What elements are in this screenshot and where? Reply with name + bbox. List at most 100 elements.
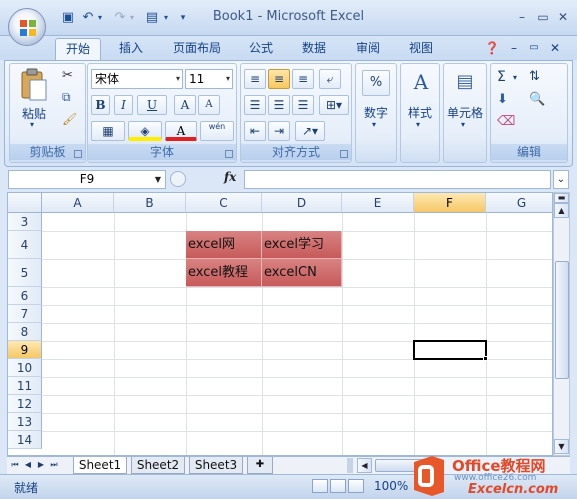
fill-icon[interactable]: ⬇: [497, 92, 508, 107]
scroll-left-icon[interactable]: ◀: [357, 458, 372, 473]
prev-sheet-icon[interactable]: ◀: [22, 458, 34, 472]
font-size-combo[interactable]: 11 ▾: [185, 69, 233, 89]
tab-split-handle[interactable]: [347, 458, 353, 473]
font-size-dropdown-icon[interactable]: ▾: [226, 70, 230, 88]
tab-page-layout[interactable]: 页面布局: [165, 38, 229, 60]
font-color-button[interactable]: A: [165, 121, 197, 141]
paste-icon[interactable]: [18, 68, 50, 102]
copy-icon[interactable]: ⧉: [62, 90, 71, 105]
row-header-4[interactable]: 4: [8, 231, 42, 259]
scroll-down-icon[interactable]: ▼: [554, 439, 569, 454]
sheet-tab-2[interactable]: Sheet2: [131, 457, 185, 474]
column-header-b[interactable]: B: [114, 193, 186, 213]
column-header-c[interactable]: C: [186, 193, 262, 213]
alignment-launcher-icon[interactable]: [340, 150, 348, 158]
formula-input[interactable]: [244, 170, 551, 189]
number-button[interactable]: 数字: [356, 104, 396, 121]
cell-c5[interactable]: excel教程: [186, 259, 262, 287]
autosum-icon[interactable]: Σ: [497, 69, 506, 85]
number-dropdown-icon[interactable]: ▾: [372, 120, 376, 129]
row-header-7[interactable]: 7: [8, 305, 42, 323]
align-middle-button[interactable]: ≡: [268, 69, 290, 89]
column-header-e[interactable]: E: [342, 193, 414, 213]
format-painter-icon[interactable]: 🖌: [62, 112, 77, 126]
column-header-d[interactable]: D: [262, 193, 342, 213]
font-name-dropdown-icon[interactable]: ▾: [176, 70, 180, 88]
find-select-icon[interactable]: 🔍: [529, 92, 545, 107]
insert-function-icon[interactable]: fx: [224, 170, 236, 184]
cell-d4[interactable]: excel学习: [262, 231, 342, 259]
phonetic-button[interactable]: wén: [200, 121, 234, 141]
restore-icon[interactable]: ▭: [533, 10, 553, 24]
styles-button[interactable]: 样式: [401, 104, 439, 121]
styles-icon[interactable]: A: [407, 68, 435, 96]
styles-dropdown-icon[interactable]: ▾: [416, 120, 420, 129]
align-top-button[interactable]: ≡: [244, 69, 266, 89]
zoom-level[interactable]: 100%: [374, 479, 408, 493]
tab-formulas[interactable]: 公式: [241, 38, 281, 60]
cells-icon[interactable]: ▤: [452, 69, 478, 95]
tab-insert[interactable]: 插入: [111, 38, 151, 60]
column-header-a[interactable]: A: [42, 193, 114, 213]
name-box[interactable]: F9 ▼: [8, 170, 166, 189]
row-header-8[interactable]: 8: [8, 323, 42, 341]
percent-icon[interactable]: %: [362, 70, 390, 96]
page-layout-view-icon[interactable]: [330, 479, 346, 493]
column-header-f[interactable]: F: [414, 193, 486, 213]
page-break-view-icon[interactable]: [348, 479, 364, 493]
vertical-scrollbar[interactable]: ▬ ▲ ▼: [553, 192, 570, 456]
normal-view-icon[interactable]: [312, 479, 328, 493]
tab-home[interactable]: 开始: [55, 38, 101, 60]
decrease-indent-button[interactable]: ⇤: [244, 121, 266, 141]
increase-indent-button[interactable]: ⇥: [268, 121, 290, 141]
spreadsheet-grid[interactable]: A B C D E F G 3 4 5 6 7 8 9 10 11 12 13 …: [7, 192, 553, 456]
next-sheet-icon[interactable]: ▶: [35, 458, 47, 472]
row-header-11[interactable]: 11: [8, 377, 42, 395]
tab-review[interactable]: 审阅: [348, 38, 388, 60]
cells-dropdown-icon[interactable]: ▾: [461, 120, 465, 129]
vertical-scroll-thumb[interactable]: [555, 261, 569, 379]
row-header-5[interactable]: 5: [8, 259, 42, 287]
column-header-g[interactable]: G: [486, 193, 552, 213]
autosum-dropdown-icon[interactable]: ▾: [513, 73, 517, 82]
wrap-text-button[interactable]: ⤶: [319, 69, 341, 89]
select-all-corner[interactable]: [8, 193, 42, 213]
insert-sheet-icon[interactable]: ✚: [247, 457, 273, 474]
close-icon[interactable]: ✕: [553, 10, 573, 24]
name-box-dropdown-icon[interactable]: ▼: [155, 171, 161, 188]
italic-button[interactable]: I: [114, 95, 133, 115]
row-header-12[interactable]: 12: [8, 395, 42, 413]
align-left-button[interactable]: ☰: [244, 95, 266, 115]
borders-button[interactable]: ▦: [91, 121, 125, 141]
row-header-3[interactable]: 3: [8, 213, 42, 231]
tab-view[interactable]: 视图: [401, 38, 441, 60]
sheet-tab-1[interactable]: Sheet1: [73, 457, 127, 474]
row-header-14[interactable]: 14: [8, 431, 42, 449]
shrink-font-button[interactable]: A: [198, 95, 220, 115]
sort-filter-icon[interactable]: ⇅: [529, 69, 540, 84]
align-center-button[interactable]: ☰: [268, 95, 290, 115]
cell-d5[interactable]: excelCN: [262, 259, 342, 287]
row-header-6[interactable]: 6: [8, 287, 42, 305]
row-header-10[interactable]: 10: [8, 359, 42, 377]
grow-font-button[interactable]: A: [174, 95, 196, 115]
minimize-icon[interactable]: –: [512, 10, 532, 24]
font-launcher-icon[interactable]: [225, 150, 233, 158]
help-icon[interactable]: ❓: [484, 38, 500, 60]
font-name-combo[interactable]: 宋体 ▾: [91, 69, 183, 89]
scroll-up-icon[interactable]: ▲: [554, 203, 569, 218]
clear-icon[interactable]: ⌫: [497, 114, 515, 129]
split-box-icon[interactable]: ▬: [554, 193, 569, 203]
first-sheet-icon[interactable]: ⏮: [9, 458, 21, 472]
sheet-tab-3[interactable]: Sheet3: [189, 457, 243, 474]
cell-c4[interactable]: excel网: [186, 231, 262, 259]
bold-button[interactable]: B: [91, 95, 110, 115]
tab-data[interactable]: 数据: [294, 38, 334, 60]
cut-icon[interactable]: ✂: [62, 68, 73, 83]
align-right-button[interactable]: ☰: [292, 95, 314, 115]
underline-button[interactable]: U: [137, 95, 167, 115]
last-sheet-icon[interactable]: ⏭: [48, 458, 60, 472]
orientation-button[interactable]: ↗▾: [295, 121, 325, 141]
fill-color-button[interactable]: ◈: [128, 121, 162, 141]
formula-expand-icon[interactable]: ⌄: [553, 170, 569, 189]
